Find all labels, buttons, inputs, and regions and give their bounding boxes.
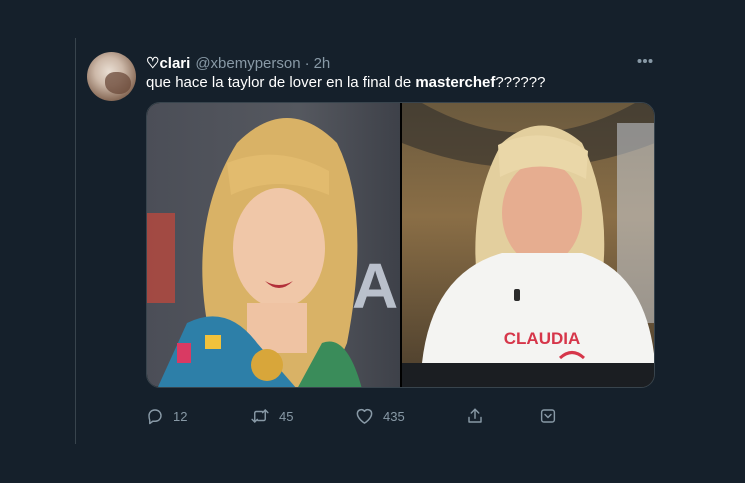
photo-left-illustration: A xyxy=(147,118,398,387)
like-count: 435 xyxy=(383,408,405,424)
tweet-text: que hace la taylor de lover en la final … xyxy=(146,74,545,91)
photo-right-illustration: CLAUDIA xyxy=(402,103,654,387)
backdrop-letter: A xyxy=(352,250,398,322)
tweet-text-bold: masterchef xyxy=(415,74,496,91)
retweet-button[interactable]: 45 xyxy=(250,404,293,428)
share-icon xyxy=(466,407,484,425)
reply-button[interactable]: 12 xyxy=(146,404,187,428)
timestamp[interactable]: 2h xyxy=(314,55,331,72)
share-button[interactable] xyxy=(466,404,484,428)
avatar-photo-detail xyxy=(105,72,131,94)
thread-line xyxy=(75,38,76,444)
tweet-actions: 12 45 435 xyxy=(146,404,566,428)
reply-count: 12 xyxy=(173,408,188,424)
bookmark-icon xyxy=(539,407,557,425)
photo-badge-text: CLAUDIA xyxy=(504,329,581,348)
photo-left[interactable]: A xyxy=(147,103,400,387)
user-handle[interactable]: @xbemyperson xyxy=(195,55,300,72)
tweet-header: ♡clari @xbemyperson · 2h xyxy=(146,53,330,73)
save-button[interactable] xyxy=(539,404,557,428)
photo-right[interactable]: CLAUDIA xyxy=(402,103,654,387)
retweet-icon xyxy=(250,407,270,425)
tweet-text-part: que hace la taylor de lover en la final … xyxy=(146,74,416,91)
separator-dot: · xyxy=(304,54,310,72)
like-button[interactable]: 435 xyxy=(355,404,405,428)
tweet-text-part: ?????? xyxy=(495,74,546,91)
heart-icon xyxy=(355,407,374,425)
display-name[interactable]: ♡clari xyxy=(146,54,190,72)
reply-icon xyxy=(146,407,164,425)
retweet-count: 45 xyxy=(279,408,294,424)
more-horizontal-icon[interactable] xyxy=(632,52,658,70)
tweet-media[interactable]: A CLAUDIA xyxy=(146,102,655,388)
avatar[interactable] xyxy=(87,52,136,101)
